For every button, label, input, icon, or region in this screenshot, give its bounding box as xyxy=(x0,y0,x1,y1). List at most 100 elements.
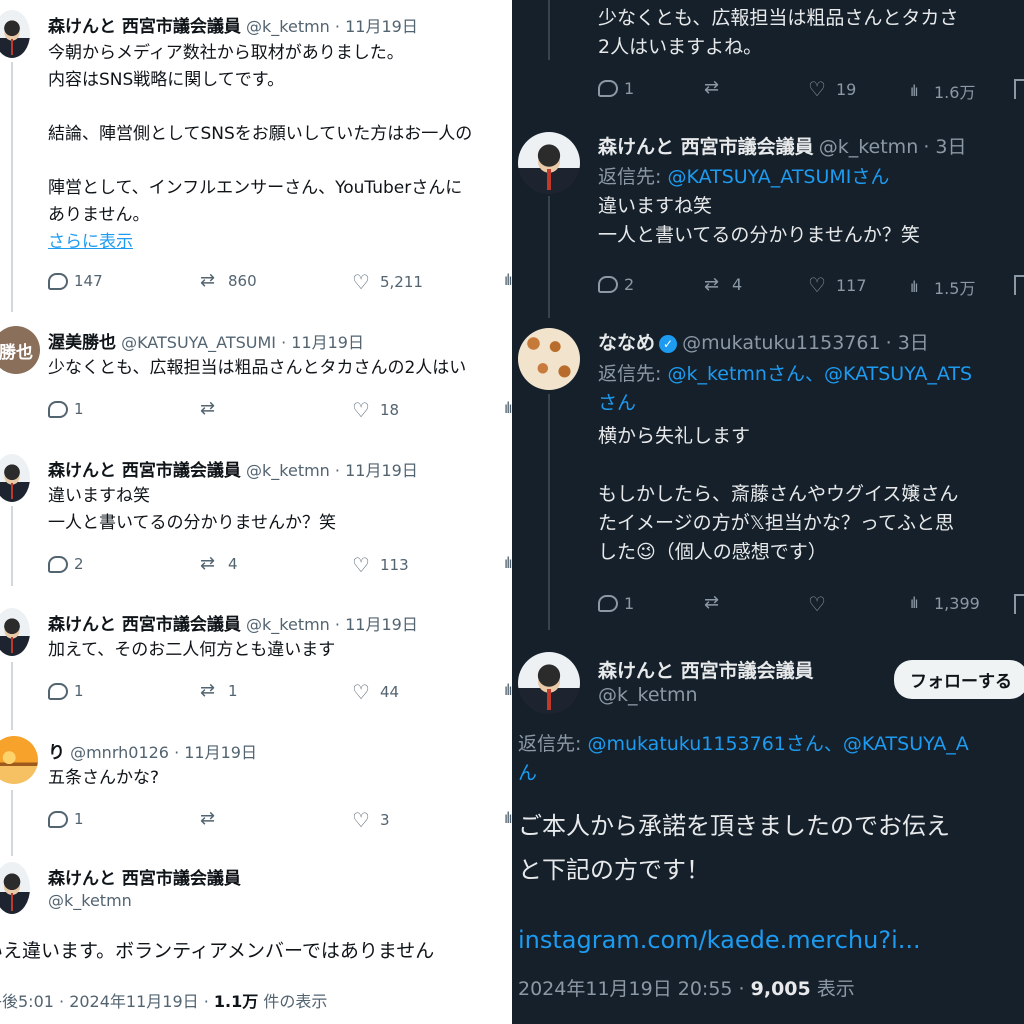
reply-button[interactable]: 1 xyxy=(48,400,84,418)
tweet-line: 一人と書いてるの分かりませんか？笑 xyxy=(598,224,920,246)
reply-button[interactable]: 1 xyxy=(48,682,84,700)
like-button[interactable]: ♡ 5,211 xyxy=(352,272,423,292)
avatar[interactable] xyxy=(518,132,580,194)
timestamp[interactable]: 午後5:01 · 2024年11月19日 · xyxy=(0,992,214,1011)
tweet-header: 森けんと 西宮市議会議員 @k_ketmn · 11月19日 xyxy=(48,12,418,37)
follow-button[interactable]: フォローする xyxy=(894,660,1024,699)
display-name[interactable]: 森けんと 西宮市議会議員 xyxy=(48,17,241,37)
timestamp[interactable]: · 3日 xyxy=(923,136,966,158)
views-button[interactable]: ılı xyxy=(504,810,512,827)
tweet-line: 少なくとも、広報担当は粗品さんとタカさんの2人はい xyxy=(48,358,467,378)
tweet-actions: 2 ⇄ 4 ♡ 117 ılı 1.5万 xyxy=(598,275,1024,299)
tweet-line: 少なくとも、広報担当は粗品さんとタカさ xyxy=(598,7,959,29)
timestamp[interactable]: · 3日 xyxy=(886,332,929,354)
tweet-header: 渥美勝也 @KATSUYA_ATSUMI · 11月19日 xyxy=(48,328,364,353)
reply-to-mention[interactable]: @k_ketmnさん、@KATSUYA_ATS xyxy=(667,363,972,385)
view-count: 1.6万 xyxy=(934,83,976,102)
like-button[interactable]: ♡ 3 xyxy=(352,810,390,830)
views-button[interactable]: ılı 1,399 xyxy=(910,594,980,613)
handle[interactable]: @mnrh0126 xyxy=(70,743,169,762)
reply-to-mention-cont[interactable]: ん xyxy=(518,759,969,788)
display-name[interactable]: 森けんと 西宮市議会議員 xyxy=(48,461,241,481)
heart-icon: ♡ xyxy=(808,77,826,101)
display-name[interactable]: 渥美勝也 xyxy=(48,333,116,353)
focused-tweet-text: いえ違います。ボランティアメンバーではありません xyxy=(0,940,435,962)
like-count: 5,211 xyxy=(380,273,423,291)
avatar[interactable] xyxy=(0,862,30,914)
tweet-actions: 1 ⇄ ♡ 3 ılı xyxy=(48,810,512,834)
reply-button[interactable]: 1 xyxy=(598,594,634,613)
timestamp[interactable]: · 11月19日 xyxy=(335,615,418,634)
reply-button[interactable]: 2 xyxy=(598,275,634,294)
avatar[interactable] xyxy=(0,454,30,502)
retweet-button[interactable]: ⇄ 4 xyxy=(704,275,742,294)
timestamp[interactable]: · 11月19日 xyxy=(335,461,418,480)
handle[interactable]: @k_ketmn xyxy=(246,17,330,36)
reply-to-mention-cont[interactable]: さん xyxy=(598,389,972,418)
display-name[interactable]: 森けんと 西宮市議会議員 xyxy=(48,615,241,635)
reply-button[interactable]: 147 xyxy=(48,272,103,290)
handle[interactable]: @k_ketmn xyxy=(246,615,330,634)
handle[interactable]: @KATSUYA_ATSUMI xyxy=(121,333,276,352)
retweet-button[interactable]: ⇄ xyxy=(704,79,732,97)
avatar[interactable] xyxy=(518,328,580,390)
show-more-link[interactable]: さらに表示 xyxy=(48,229,472,256)
reply-button[interactable]: 1 xyxy=(598,79,634,98)
views-button[interactable]: ılı 1.5万 xyxy=(910,275,975,299)
avatar[interactable] xyxy=(0,736,38,784)
retweet-button[interactable]: ⇄ 860 xyxy=(200,272,257,291)
display-name[interactable]: り xyxy=(48,743,65,763)
bookmark-icon xyxy=(1014,275,1024,295)
bookmark-button[interactable] xyxy=(1014,275,1024,295)
timestamp[interactable]: · 11月19日 xyxy=(281,333,364,352)
display-name[interactable]: 森けんと 西宮市議会議員 xyxy=(598,136,814,158)
reply-to-label: 返信先: xyxy=(598,363,668,385)
avatar[interactable] xyxy=(518,652,580,714)
handle[interactable]: @k_ketmn xyxy=(598,684,698,706)
views-button[interactable]: ılı 1.6万 xyxy=(910,79,975,103)
handle[interactable]: @k_ketmn xyxy=(48,891,132,910)
reply-button[interactable]: 1 xyxy=(48,810,84,828)
reply-button[interactable]: 2 xyxy=(48,555,84,573)
avatar[interactable]: 勝也 xyxy=(0,326,40,374)
retweet-button[interactable]: ⇄ xyxy=(200,810,228,828)
tweet-timestamp-row: 午後5:01 · 2024年11月19日 · 1.1万 件の表示 xyxy=(0,988,327,1012)
avatar[interactable] xyxy=(0,608,30,656)
like-button[interactable]: ♡ 113 xyxy=(352,555,409,575)
timestamp[interactable]: 2024年11月19日 20:55 · xyxy=(518,978,751,1000)
reply-to-mention[interactable]: @KATSUYA_ATSUMIさん xyxy=(667,166,889,188)
display-name[interactable]: 森けんと 西宮市議会議員 xyxy=(598,656,814,683)
handle[interactable]: @mukatuku1153761 xyxy=(682,332,880,354)
views-button[interactable]: ılı xyxy=(504,272,512,289)
timestamp[interactable]: · 11月19日 xyxy=(174,743,257,762)
like-button[interactable]: ♡ 44 xyxy=(352,682,399,702)
avatar[interactable] xyxy=(0,10,30,58)
bookmark-button[interactable] xyxy=(1014,594,1024,614)
display-name[interactable]: 森けんと 西宮市議会議員 xyxy=(48,864,241,889)
display-name[interactable]: ななめ xyxy=(598,332,655,354)
views-button[interactable]: ılı xyxy=(504,682,512,699)
handle[interactable]: @k_ketmn xyxy=(819,136,919,158)
like-button[interactable]: ♡ 18 xyxy=(352,400,399,420)
tweet-line: 結論、陣営側としてSNSをお願いしていた方はお一人の xyxy=(48,124,473,144)
like-button[interactable]: ♡ 117 xyxy=(808,275,867,295)
thread-line xyxy=(548,394,550,630)
retweet-button[interactable]: ⇄ xyxy=(200,400,228,418)
views-button[interactable]: ılı xyxy=(504,555,512,572)
views-button[interactable]: ılı xyxy=(504,400,512,417)
handle[interactable]: @k_ketmn xyxy=(246,461,330,480)
reply-icon xyxy=(48,810,68,828)
instagram-link[interactable]: instagram.com/kaede.merchu?i... xyxy=(518,926,921,954)
tweet-line: 横から失礼します xyxy=(598,425,751,447)
tweet-line: と下記の方です！ xyxy=(518,856,710,884)
retweet-button[interactable]: ⇄ 4 xyxy=(200,555,238,574)
tweet-actions: 147 ⇄ 860 ♡ 5,211 ılı xyxy=(48,272,512,296)
like-button[interactable]: ♡ 19 xyxy=(808,79,856,99)
retweet-button[interactable]: ⇄ 1 xyxy=(200,682,238,701)
timestamp[interactable]: · 11月19日 xyxy=(335,17,418,36)
bookmark-button[interactable] xyxy=(1014,79,1024,99)
retweet-button[interactable]: ⇄ xyxy=(704,594,732,612)
reply-to-mention[interactable]: @mukatuku1153761さん、@KATSUYA_A xyxy=(587,733,968,755)
like-button[interactable]: ♡ xyxy=(808,594,836,614)
